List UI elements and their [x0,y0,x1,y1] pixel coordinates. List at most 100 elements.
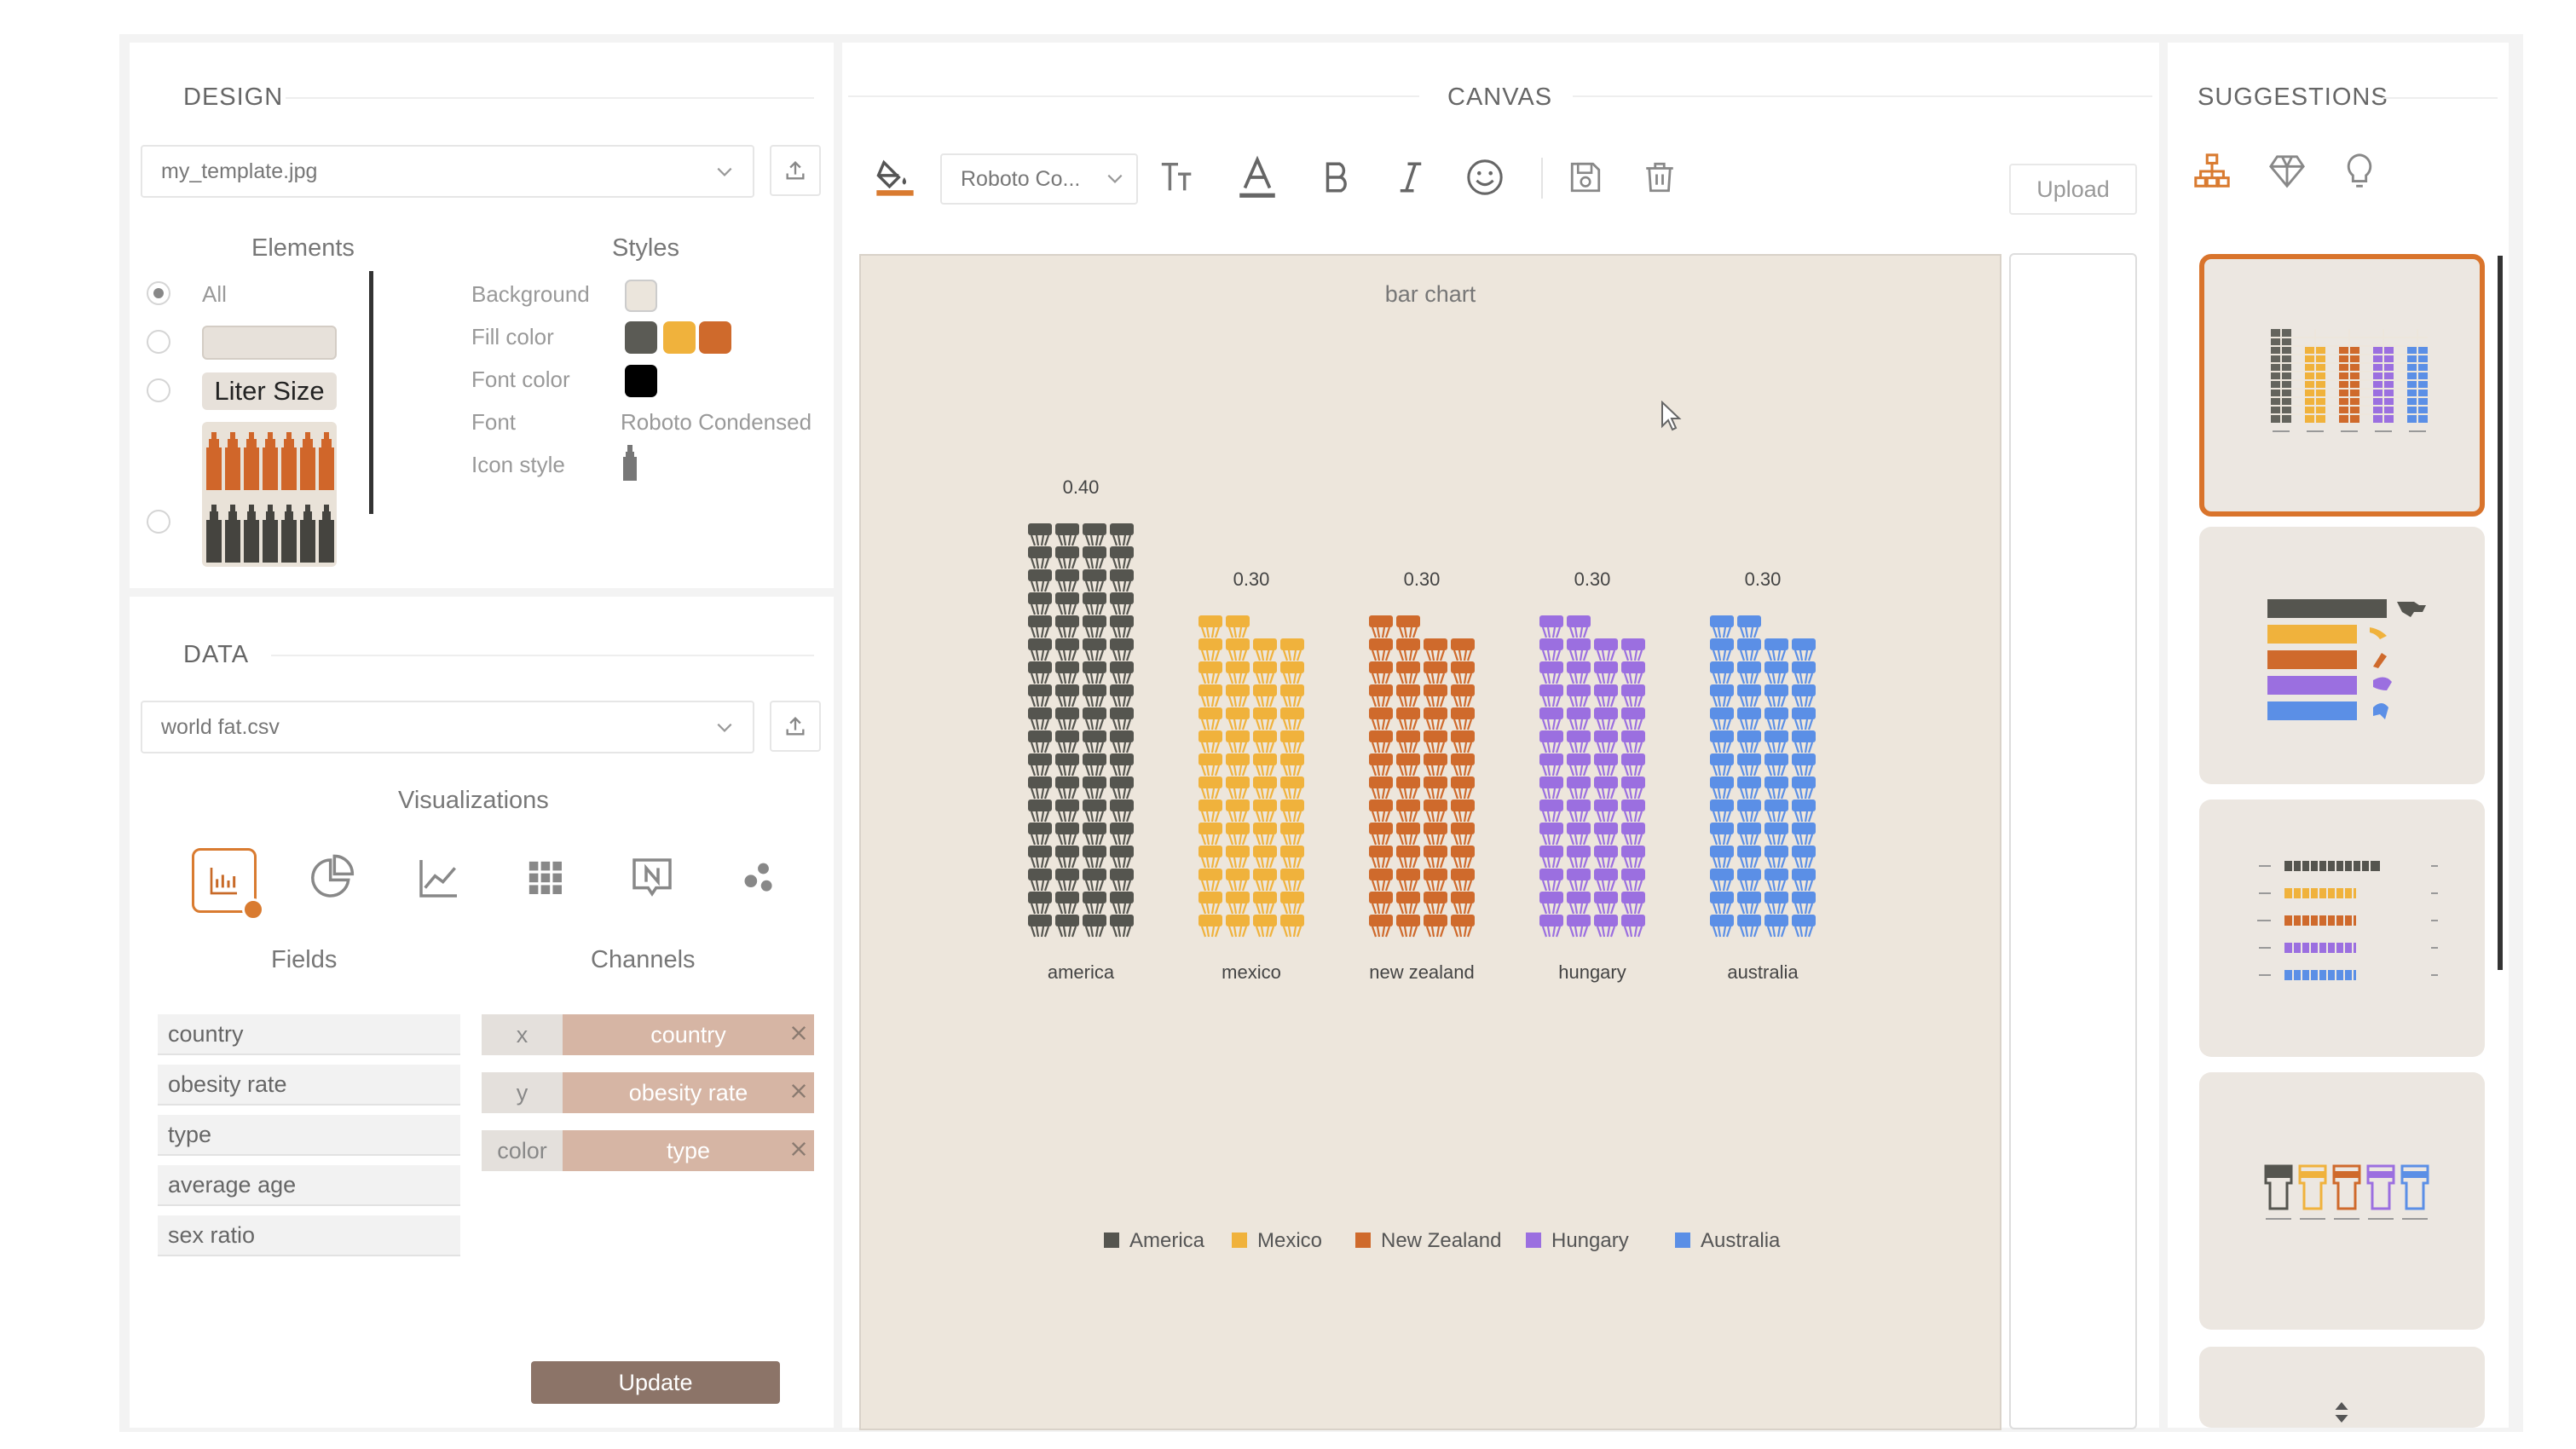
font-select-value: Roboto Co... [961,166,1081,191]
legend-swatch [1526,1233,1541,1248]
category-label: hungary [1558,961,1626,983]
category-label: america [1048,961,1115,983]
upload-label: Upload [2036,176,2110,202]
element-bottle-icons[interactable] [202,422,337,567]
font-select[interactable]: Roboto Co... [940,153,1138,205]
bar-america[interactable] [1028,523,1134,938]
bar-australia[interactable] [1710,615,1816,938]
value-label: 0.30 [1574,569,1611,590]
category-label: mexico [1222,961,1281,983]
text-size-icon[interactable] [1152,152,1204,203]
font-color-swatch[interactable] [625,365,657,397]
scatter-icon[interactable] [729,848,788,908]
upload-icon [786,161,805,180]
field-sex-ratio[interactable]: sex ratio [158,1215,460,1256]
channel-y-value[interactable]: obesity rate [563,1072,814,1113]
fill-color-swatch-3[interactable] [699,321,731,354]
bottle-icon-group [206,432,334,563]
template-dropdown[interactable]: my_template.jpg [141,145,754,198]
save-icon[interactable] [1560,152,1611,203]
emoji-icon[interactable] [1459,152,1510,203]
legend-label: Mexico [1257,1229,1322,1252]
value-label: 0.30 [1745,569,1782,590]
icon-style-swatch[interactable] [623,445,637,481]
grid-icon[interactable] [516,848,575,908]
suggestion-card-2[interactable] [2199,527,2485,784]
suggestion-card-3[interactable] [2199,800,2485,1057]
suggestion-card-4[interactable] [2199,1072,2485,1330]
number-icon[interactable] [622,848,682,908]
suggestions-title: SUGGESTIONS [2198,84,2388,111]
chart-title: bar chart [1385,281,1476,307]
element-liter-size[interactable]: Liter Size [202,372,337,410]
design-title: DESIGN [183,84,284,111]
suggestion-card-1[interactable] [2199,254,2485,517]
channel-y-label: obesity rate [628,1079,748,1106]
suggestion-card-5[interactable] [2199,1347,2485,1428]
value-label: 0.40 [1063,476,1100,498]
channel-color-label: type [666,1137,711,1163]
channel-color-key: color [482,1130,563,1171]
update-label: Update [618,1369,693,1395]
chevron-down-icon [717,723,732,732]
element-radio-title[interactable] [147,378,170,402]
style-font-value[interactable]: Roboto Condensed [621,409,811,436]
element-radio-all[interactable] [147,281,170,305]
elements-scrollbar[interactable] [369,271,373,514]
field-obesity-rate[interactable]: obesity rate [158,1065,460,1106]
fill-color-swatch-1[interactable] [625,321,657,354]
liter-size-label: Liter Size [214,376,325,406]
value-label: 0.30 [1233,569,1270,590]
style-font-color-label: Font color [471,367,570,392]
suggestion-thumbnail-hbar [2267,599,2426,720]
channel-y-key: y [482,1072,563,1113]
hierarchy-icon[interactable] [2192,152,2235,194]
fill-color-swatch-2[interactable] [663,321,696,354]
element-all-label: All [202,281,227,307]
suggestions-scrollbar[interactable] [2498,256,2503,970]
styles-header: Styles [612,234,679,262]
diamond-icon[interactable] [2267,152,2310,194]
data-file-dropdown[interactable]: world fat.csv [141,701,754,753]
channel-x-value[interactable]: country [563,1014,814,1055]
bold-icon[interactable] [1311,152,1362,203]
side-panel-box[interactable] [2009,253,2137,1429]
element-background-swatch[interactable] [202,326,337,360]
data-title: DATA [183,641,250,668]
channel-x-key: x [482,1014,563,1055]
toolbar-divider [1541,158,1543,199]
bar-new-zealand[interactable] [1369,615,1475,938]
chevron-down-icon [717,167,732,176]
template-file-name: my_template.jpg [161,159,318,183]
field-average-age[interactable]: average age [158,1165,460,1206]
close-icon[interactable] [788,1081,809,1101]
visualizations-header: Visualizations [398,787,549,814]
elements-header: Elements [251,234,355,262]
field-type[interactable]: type [158,1115,460,1156]
fill-bucket-icon[interactable] [869,152,921,203]
element-radio-icons[interactable] [147,510,170,534]
upload-icon [786,717,805,736]
suggestion-thumbnail-rows [2257,861,2438,980]
lightbulb-icon[interactable] [2340,152,2383,194]
update-button[interactable]: Update [531,1361,780,1404]
canvas-title: CANVAS [1447,84,1553,111]
line-chart-icon[interactable] [409,848,469,908]
legend-swatch [1675,1233,1690,1248]
italic-icon[interactable] [1385,152,1436,203]
bar-hungary[interactable] [1539,615,1645,938]
field-country[interactable]: country [158,1014,460,1055]
upload-button[interactable]: Upload [2009,164,2137,215]
style-background-swatch[interactable] [625,280,657,312]
element-radio-background[interactable] [147,330,170,354]
font-color-icon[interactable] [1232,152,1283,203]
template-upload-button[interactable] [770,145,821,196]
close-icon[interactable] [788,1023,809,1043]
trash-icon[interactable] [1634,152,1685,203]
close-icon[interactable] [788,1139,809,1159]
data-upload-button[interactable] [770,701,821,752]
bar-chart-icon[interactable] [192,848,264,921]
channel-color-value[interactable]: type [563,1130,814,1171]
bar-mexico[interactable] [1198,615,1304,938]
pie-chart-icon[interactable] [303,848,362,908]
